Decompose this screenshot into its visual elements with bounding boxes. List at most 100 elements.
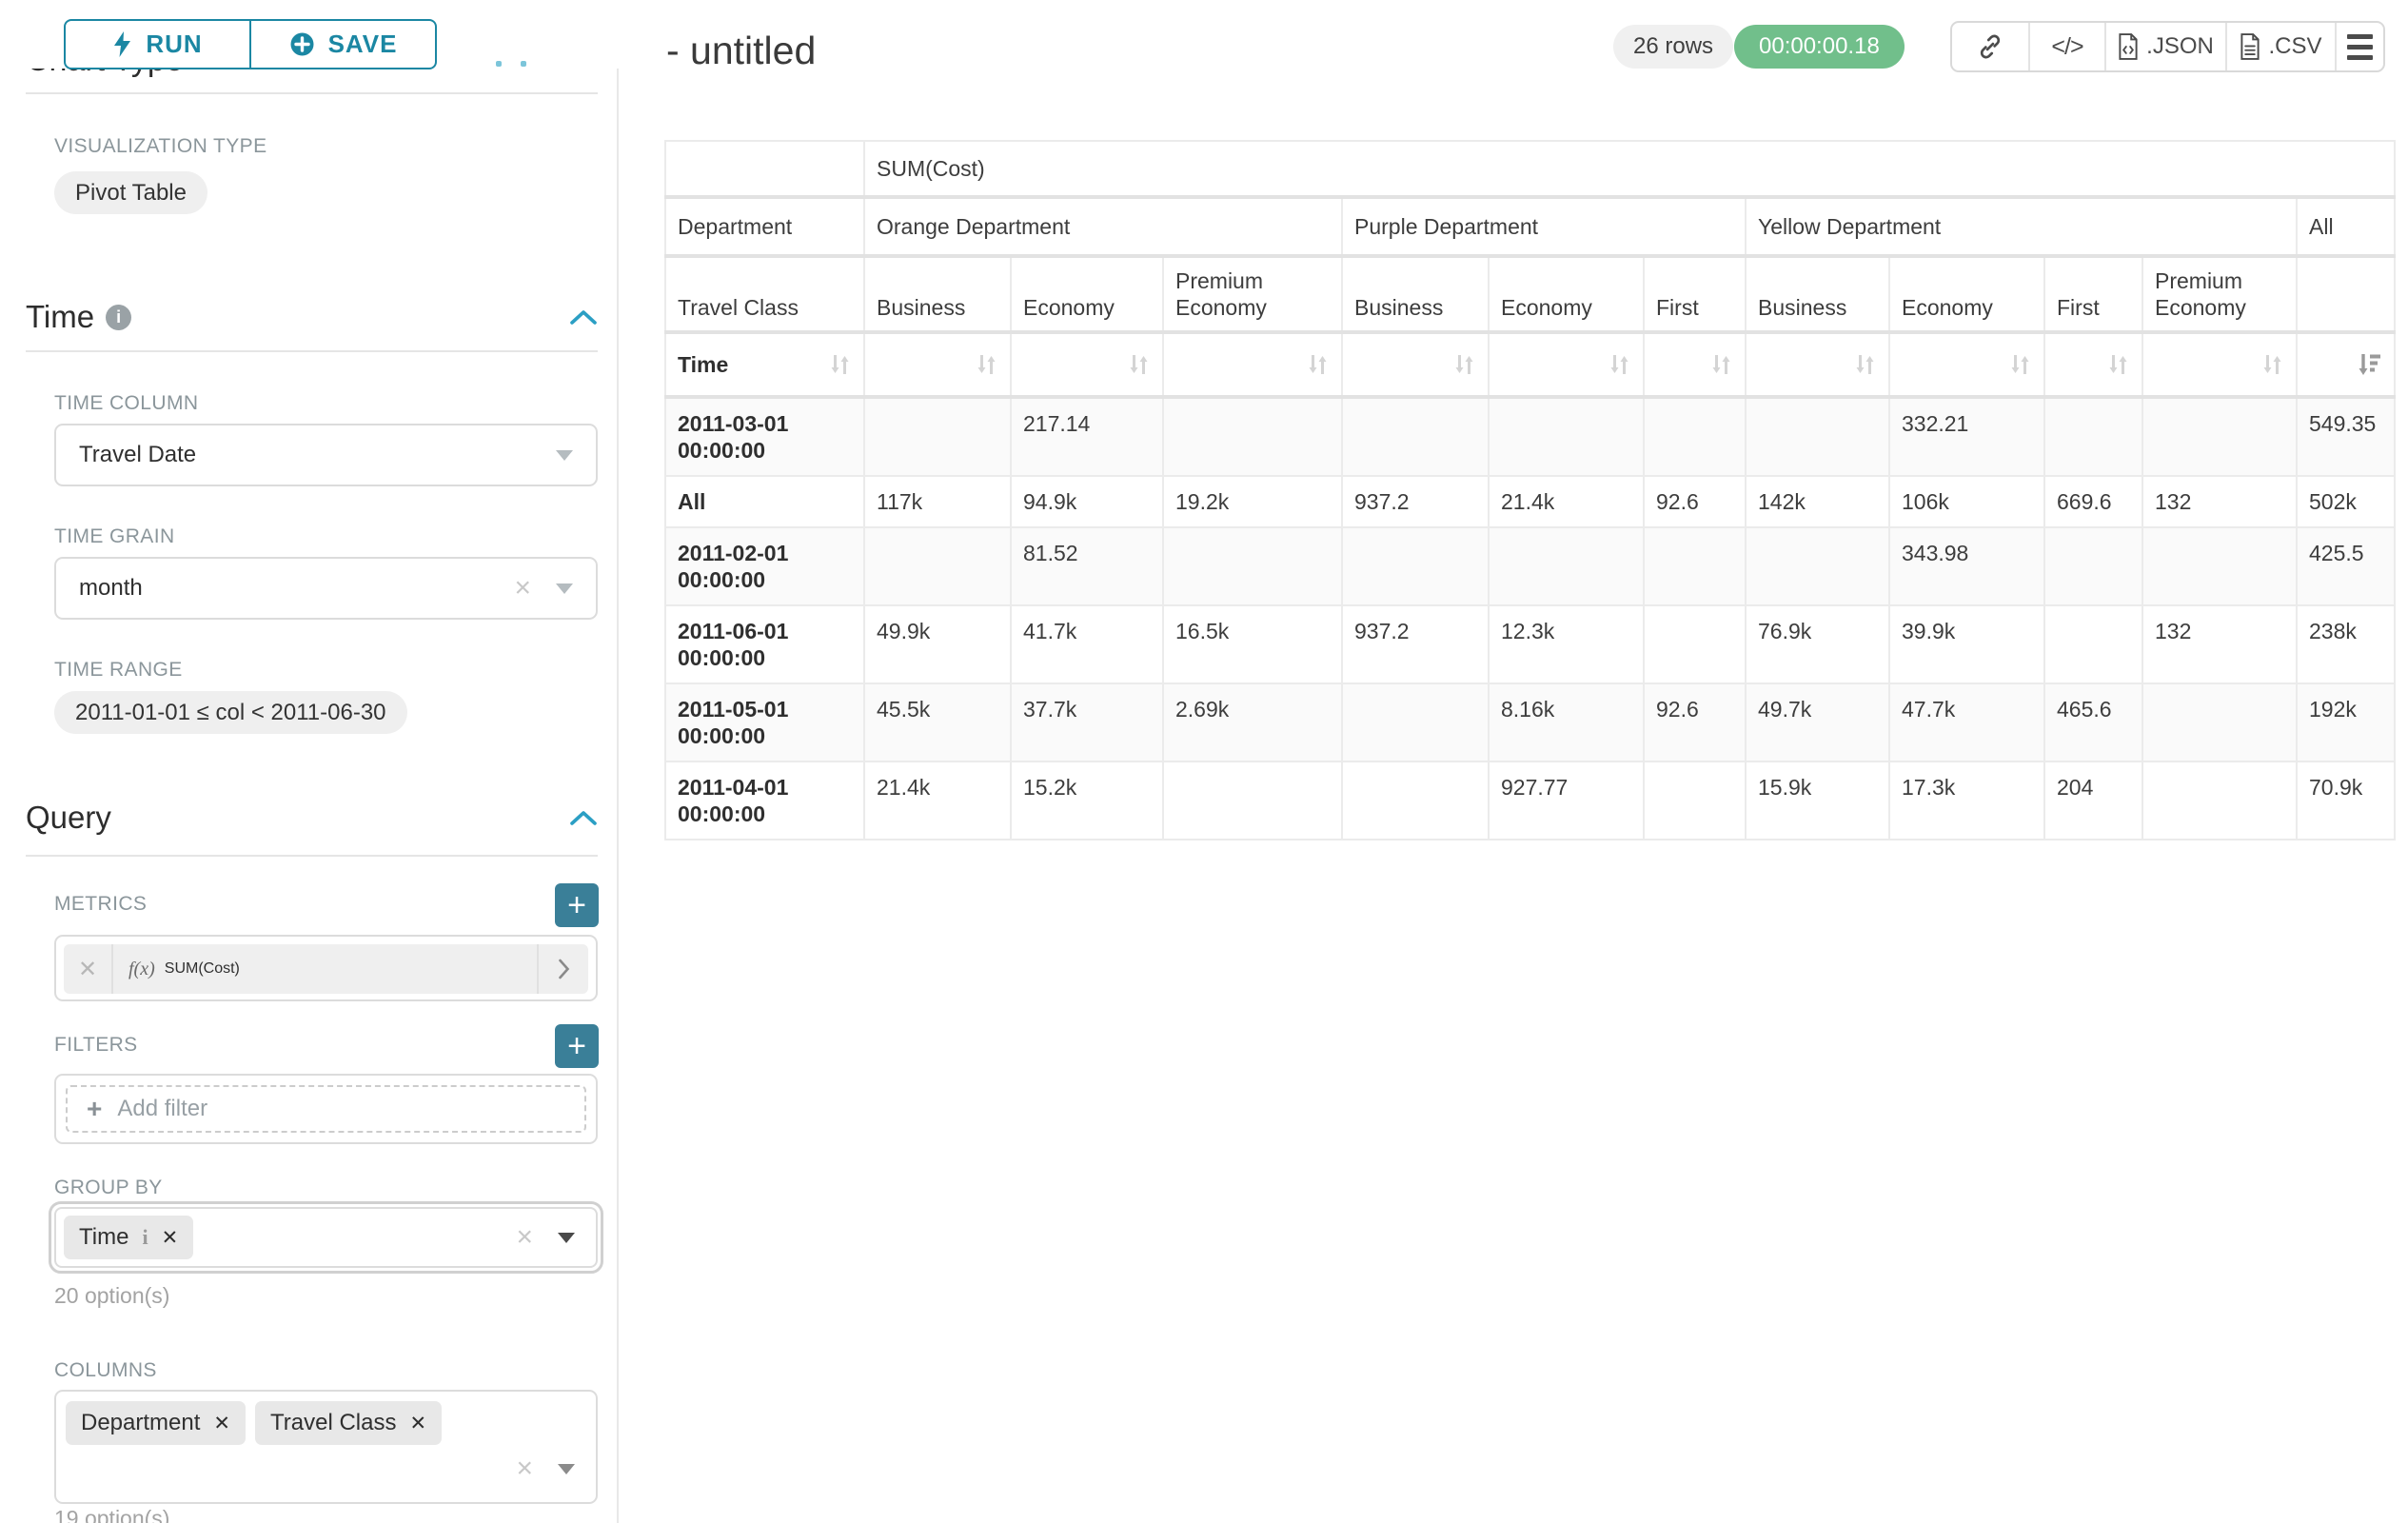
value-cell: 106k: [1889, 476, 2044, 527]
sort-icon[interactable]: [1127, 351, 1151, 378]
value-cell: 142k: [1746, 476, 1889, 527]
metric-name: SUM(Cost): [165, 960, 240, 978]
code-icon: </>: [2051, 33, 2082, 61]
info-icon: i: [142, 1225, 148, 1250]
remove-option-icon[interactable]: ✕: [213, 1412, 230, 1435]
columns-control[interactable]: Department✕Travel Class✕ ×: [54, 1390, 598, 1504]
export-csv-button[interactable]: .CSV: [2225, 23, 2335, 70]
value-cell: [864, 527, 1011, 605]
clear-icon[interactable]: ×: [514, 574, 531, 603]
value-cell: [1342, 683, 1489, 762]
add-metric-button[interactable]: +: [555, 883, 599, 927]
chevron-up-icon[interactable]: [569, 308, 598, 326]
query-duration-badge: 00:00:00.18: [1734, 25, 1905, 69]
visualization-type-label: VISUALIZATION TYPE: [54, 135, 266, 158]
column-sort-header[interactable]: [1644, 332, 1746, 397]
columns-label: COLUMNS: [54, 1359, 157, 1382]
value-cell: 19.2k: [1163, 476, 1342, 527]
add-filter-plus-button[interactable]: +: [555, 1024, 599, 1068]
sort-icon[interactable]: [1853, 351, 1877, 378]
view-query-button[interactable]: </>: [2028, 23, 2104, 70]
selected-option-pill[interactable]: Travel Class✕: [255, 1401, 442, 1445]
column-sort-header[interactable]: [1342, 332, 1489, 397]
time-range-value[interactable]: 2011-01-01 ≤ col < 2011-06-30: [54, 691, 407, 734]
column-sort-header[interactable]: [1746, 332, 1889, 397]
column-sort-header[interactable]: [1163, 332, 1342, 397]
group-by-control[interactable]: Timei ✕ ×: [49, 1201, 603, 1274]
value-cell: 937.2: [1342, 605, 1489, 683]
chevron-up-icon[interactable]: [569, 809, 598, 826]
time-sort-header[interactable]: Time: [665, 332, 864, 397]
table-row: 2011-02-01 00:00:0081.52343.98425.5: [665, 527, 2395, 605]
sort-icon[interactable]: [828, 351, 852, 378]
query-section-header[interactable]: Query: [26, 798, 598, 838]
metrics-control: ✕ f(x) SUM(Cost): [54, 935, 598, 1001]
more-options-button[interactable]: [2335, 23, 2383, 70]
chevron-down-icon[interactable]: [556, 583, 573, 594]
add-filter-button[interactable]: + Add filter: [66, 1085, 586, 1133]
value-cell: [1644, 605, 1746, 683]
value-cell: [864, 397, 1011, 476]
chevron-down-icon[interactable]: [558, 1233, 575, 1243]
column-sort-header[interactable]: [2044, 332, 2142, 397]
value-cell: 47.7k: [1889, 683, 2044, 762]
chart-title[interactable]: - untitled: [666, 29, 816, 73]
value-cell: [2044, 605, 2142, 683]
column-group-header: All: [2297, 197, 2395, 256]
column-sort-header[interactable]: [2142, 332, 2297, 397]
json-file-icon: [2118, 33, 2139, 60]
value-cell: [1342, 762, 1489, 840]
sort-descending-icon[interactable]: [2357, 351, 2382, 378]
value-cell: 238k: [2297, 605, 2395, 683]
clear-icon[interactable]: ×: [516, 1454, 533, 1483]
time-grain-select[interactable]: month ×: [54, 557, 598, 620]
sort-icon[interactable]: [975, 351, 998, 378]
value-cell: 15.9k: [1746, 762, 1889, 840]
column-group-header: Yellow Department: [1746, 197, 2297, 256]
selected-option-pill[interactable]: Timei ✕: [64, 1216, 193, 1259]
metric-pill[interactable]: ✕ f(x) SUM(Cost): [64, 944, 588, 994]
menu-icon: [2347, 34, 2373, 60]
remove-option-icon[interactable]: ✕: [162, 1226, 179, 1250]
row-header-cell: 2011-06-01 00:00:00: [665, 605, 864, 683]
export-json-button[interactable]: .JSON: [2104, 23, 2225, 70]
remove-metric-icon[interactable]: ✕: [64, 944, 113, 994]
run-button[interactable]: RUN: [66, 21, 249, 68]
sort-icon[interactable]: [1709, 351, 1733, 378]
column-sort-header-active[interactable]: [2297, 332, 2395, 397]
pivot-table: SUM(Cost)DepartmentOrange DepartmentPurp…: [664, 140, 2396, 841]
divider: [26, 92, 598, 94]
column-sort-header[interactable]: [1489, 332, 1644, 397]
value-cell: 192k: [2297, 683, 2395, 762]
column-sort-header[interactable]: [864, 332, 1011, 397]
time-column-select[interactable]: Travel Date: [54, 424, 598, 486]
value-cell: 49.9k: [864, 605, 1011, 683]
sort-icon[interactable]: [2106, 351, 2130, 378]
sort-icon[interactable]: [1452, 351, 1476, 378]
value-cell: 16.5k: [1163, 605, 1342, 683]
value-cell: 343.98: [1889, 527, 2044, 605]
chevron-down-icon[interactable]: [556, 450, 573, 461]
time-section-header[interactable]: Time i: [26, 297, 598, 337]
save-button[interactable]: SAVE: [249, 21, 435, 68]
option-label: Time: [79, 1224, 128, 1251]
column-header: [2297, 256, 2395, 332]
chevron-down-icon[interactable]: [558, 1464, 575, 1474]
column-sort-header[interactable]: [1011, 332, 1163, 397]
divider: [26, 855, 598, 857]
sort-icon[interactable]: [2008, 351, 2032, 378]
clear-icon[interactable]: ×: [516, 1223, 533, 1252]
expand-metric-icon[interactable]: [537, 944, 588, 994]
column-dimension-header: Travel Class: [665, 256, 864, 332]
sort-icon[interactable]: [2260, 351, 2284, 378]
value-cell: 117k: [864, 476, 1011, 527]
column-sort-header[interactable]: [1889, 332, 2044, 397]
remove-option-icon[interactable]: ✕: [409, 1412, 426, 1435]
value-cell: 92.6: [1644, 476, 1746, 527]
sort-icon[interactable]: [1306, 351, 1330, 378]
visualization-type-value[interactable]: Pivot Table: [54, 171, 207, 214]
share-link-button[interactable]: [1952, 23, 2028, 70]
selected-option-pill[interactable]: Department✕: [66, 1401, 246, 1445]
sort-icon[interactable]: [1608, 351, 1631, 378]
clipped-chevron-dot: [521, 61, 526, 67]
